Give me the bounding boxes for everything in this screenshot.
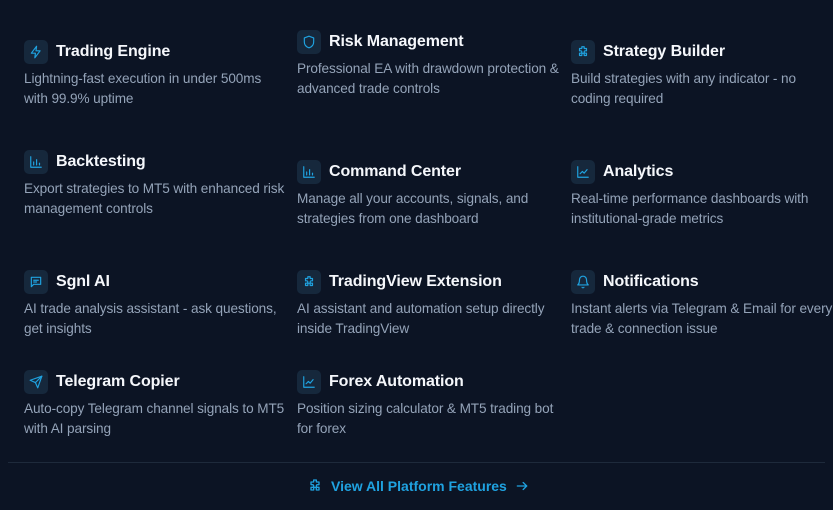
- feature-title: Forex Automation: [329, 373, 464, 390]
- feature-title: Risk Management: [329, 33, 464, 50]
- divider: [8, 462, 825, 463]
- puzzle-icon: [307, 478, 323, 494]
- feature-command-center: Command Center Manage all your accounts,…: [297, 160, 559, 229]
- feature-sgnl-ai: Sgnl AI AI trade analysis assistant - as…: [24, 270, 286, 339]
- bar-chart-icon: [297, 160, 321, 184]
- feature-title: Strategy Builder: [603, 43, 725, 60]
- feature-title: Analytics: [603, 163, 674, 180]
- feature-description: Instant alerts via Telegram & Email for …: [571, 301, 833, 336]
- feature-description: Position sizing calculator & MT5 trading…: [297, 401, 554, 436]
- feature-notifications: Notifications Instant alerts via Telegra…: [571, 270, 833, 339]
- feature-title: Command Center: [329, 163, 461, 180]
- feature-description: Export strategies to MT5 with enhanced r…: [24, 181, 285, 216]
- feature-trading-engine: Trading Engine Lightning-fast execution …: [24, 40, 286, 109]
- shield-icon: [297, 30, 321, 54]
- feature-description: Build strategies with any indicator - no…: [571, 71, 796, 106]
- send-icon: [24, 370, 48, 394]
- feature-description: Manage all your accounts, signals, and s…: [297, 191, 529, 226]
- feature-description: Professional EA with drawdown protection…: [297, 61, 559, 96]
- feature-description: Real-time performance dashboards with in…: [571, 191, 809, 226]
- feature-description: AI assistant and automation setup direct…: [297, 301, 545, 336]
- feature-title: Backtesting: [56, 153, 146, 170]
- feature-risk-management: Risk Management Professional EA with dra…: [297, 30, 559, 99]
- line-chart-icon: [571, 160, 595, 184]
- lightning-icon: [24, 40, 48, 64]
- feature-backtesting: Backtesting Export strategies to MT5 wit…: [24, 150, 286, 219]
- line-chart-icon: [297, 370, 321, 394]
- view-all-features-link[interactable]: View All Platform Features: [307, 476, 529, 496]
- arrow-right-icon: [515, 479, 529, 493]
- view-all-features-label: View All Platform Features: [331, 478, 507, 494]
- feature-strategy-builder: Strategy Builder Build strategies with a…: [571, 40, 833, 109]
- feature-title: Telegram Copier: [56, 373, 180, 390]
- puzzle-icon: [297, 270, 321, 294]
- feature-description: Lightning-fast execution in under 500ms …: [24, 71, 262, 106]
- bell-icon: [571, 270, 595, 294]
- chat-icon: [24, 270, 48, 294]
- feature-title: Trading Engine: [56, 43, 171, 60]
- feature-description: AI trade analysis assistant - ask questi…: [24, 301, 277, 336]
- puzzle-icon: [571, 40, 595, 64]
- bar-chart-icon: [24, 150, 48, 174]
- feature-description: Auto-copy Telegram channel signals to MT…: [24, 401, 285, 436]
- feature-analytics: Analytics Real-time performance dashboar…: [571, 160, 833, 229]
- feature-tradingview-extension: TradingView Extension AI assistant and a…: [297, 270, 559, 339]
- feature-title: TradingView Extension: [329, 273, 502, 290]
- feature-title: Notifications: [603, 273, 699, 290]
- feature-forex-automation: Forex Automation Position sizing calcula…: [297, 370, 559, 439]
- feature-title: Sgnl AI: [56, 273, 110, 290]
- feature-telegram-copier: Telegram Copier Auto-copy Telegram chann…: [24, 370, 286, 439]
